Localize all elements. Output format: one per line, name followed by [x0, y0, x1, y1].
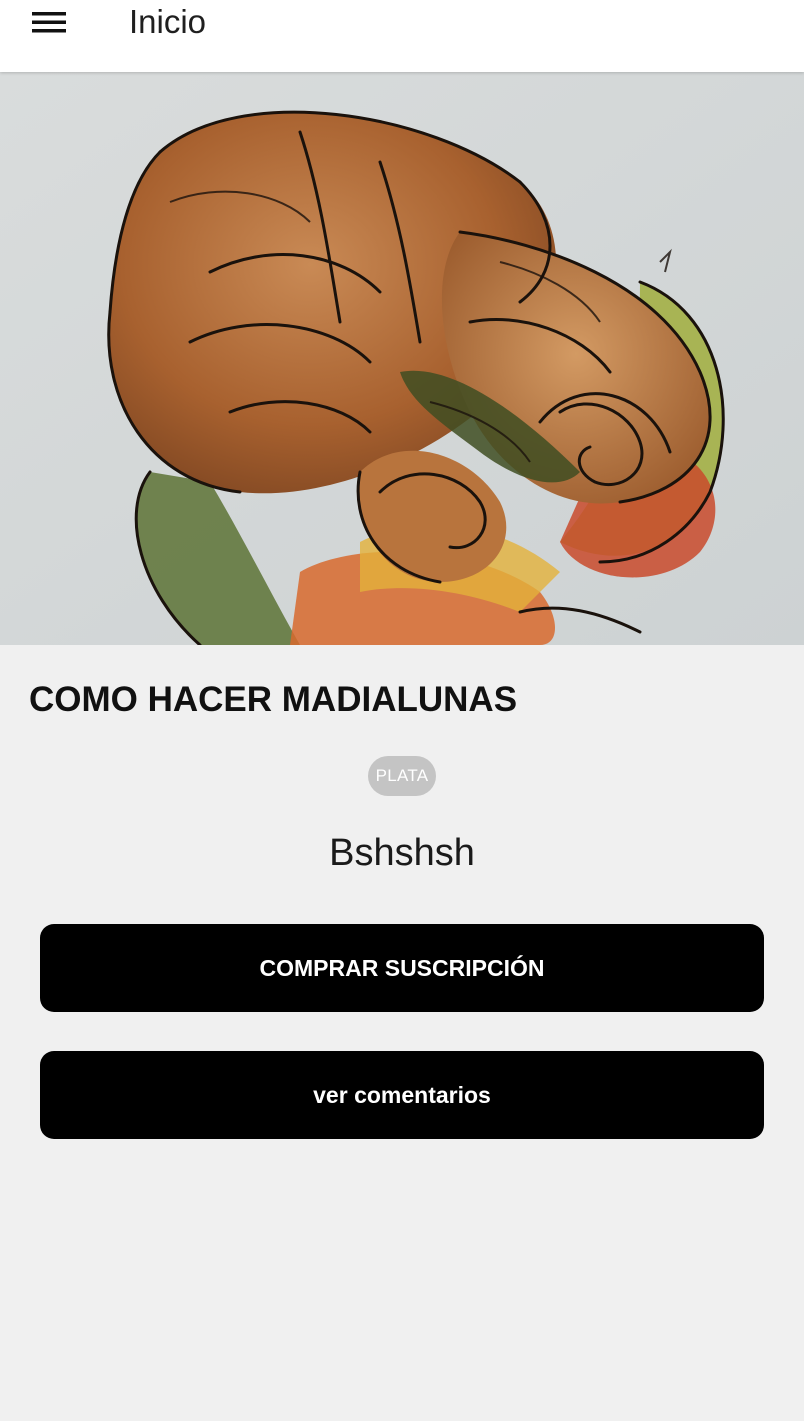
tier-badge: PLATA	[368, 756, 436, 796]
hamburger-menu-icon[interactable]	[22, 0, 78, 44]
buy-subscription-button[interactable]: COMPRAR SUSCRIPCIÓN	[40, 924, 764, 1012]
view-comments-button[interactable]: ver comentarios	[40, 1051, 764, 1139]
top-app-bar: Inicio	[0, 0, 804, 72]
app-screen: Inicio COMO HACER MADIALUNAS PLATA Bshsh…	[0, 0, 804, 1421]
course-hero-image	[0, 72, 804, 645]
course-title: COMO HACER MADIALUNAS	[29, 680, 518, 719]
course-description: Bshshsh	[329, 832, 475, 874]
page-title: Inicio	[129, 3, 207, 40]
